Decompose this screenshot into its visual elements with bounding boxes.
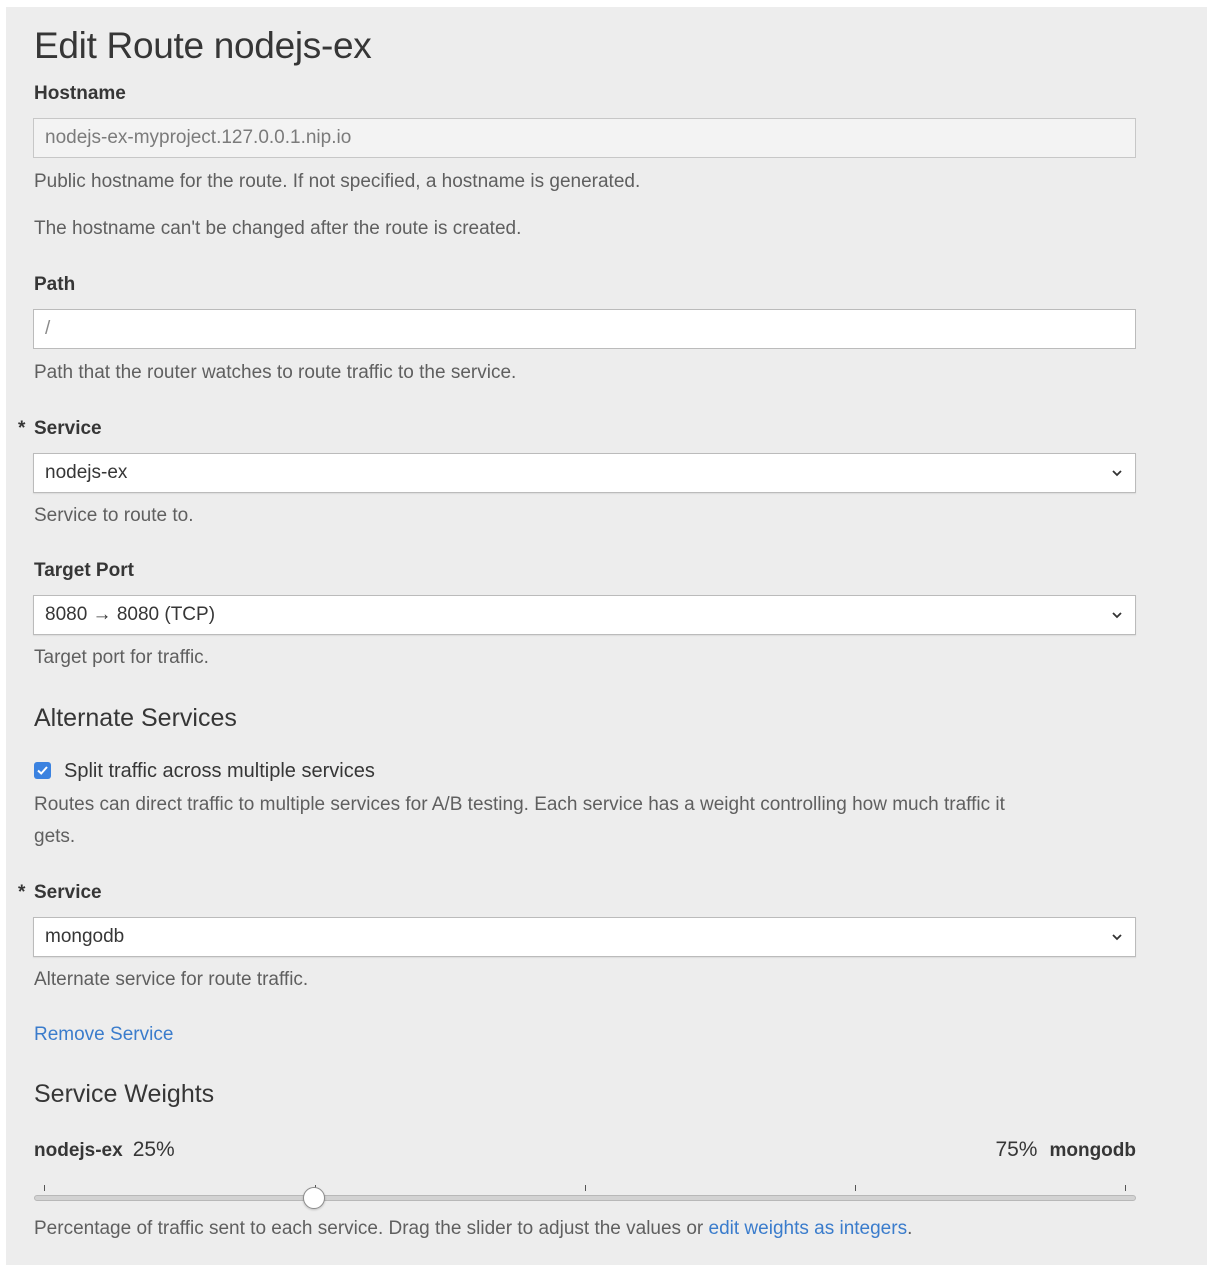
slider-tick: [1125, 1185, 1126, 1191]
service-label: Service: [34, 418, 102, 439]
path-value: /: [45, 318, 51, 339]
slider-tick: [585, 1185, 586, 1191]
slider-track[interactable]: [34, 1195, 1136, 1201]
remove-service-wrapper: Remove Service: [34, 1024, 173, 1046]
service-weights-heading: Service Weights: [34, 1080, 215, 1108]
weights-help-suffix: .: [907, 1218, 913, 1239]
edit-weights-link[interactable]: edit weights as integers: [709, 1218, 908, 1239]
hostname-field: nodejs-ex-myproject.127.0.0.1.nip.io: [33, 118, 1136, 158]
alternate-service-selected: mongodb: [45, 926, 125, 947]
hostname-immutable-note: The hostname can't be changed after the …: [34, 218, 522, 239]
split-traffic-label[interactable]: Split traffic across multiple services: [64, 760, 375, 783]
hostname-value: nodejs-ex-myproject.127.0.0.1.nip.io: [45, 127, 352, 148]
hostname-label: Hostname: [34, 83, 126, 104]
target-port-select[interactable]: 8080 → 8080 (TCP): [33, 595, 1136, 635]
alternate-service-label: Service: [34, 882, 102, 903]
alternate-help-line1: Routes can direct traffic to multiple se…: [34, 794, 1005, 815]
path-help: Path that the router watches to route tr…: [34, 362, 517, 383]
chevron-down-icon: [1112, 934, 1122, 941]
edit-route-panel: Edit Route nodejs-ex Hostname nodejs-ex-…: [6, 7, 1207, 1265]
alternate-service-help: Alternate service for route traffic.: [34, 969, 309, 990]
target-port-selected: 8080 → 8080 (TCP): [45, 604, 216, 625]
target-port-label: Target Port: [34, 560, 134, 581]
weight-right-service: mongodb: [1049, 1140, 1136, 1161]
required-marker: *: [18, 882, 26, 903]
alternate-service-select[interactable]: mongodb: [33, 917, 1136, 957]
weights-readout: nodejs-ex 25% 75% mongodb: [34, 1138, 1136, 1166]
path-input[interactable]: /: [33, 309, 1136, 349]
path-label: Path: [34, 274, 76, 295]
chevron-down-icon: [1112, 470, 1122, 477]
weight-slider[interactable]: [34, 1182, 1136, 1212]
weight-right-group: 75% mongodb: [995, 1138, 1136, 1162]
weight-right-percent: 75%: [995, 1138, 1038, 1161]
target-port-help: Target port for traffic.: [34, 647, 209, 668]
split-traffic-checkbox[interactable]: [34, 762, 51, 779]
required-marker: *: [18, 418, 26, 439]
service-select[interactable]: nodejs-ex: [33, 453, 1136, 493]
alternate-help-line2: gets.: [34, 826, 76, 847]
page-title: Edit Route nodejs-ex: [34, 25, 372, 66]
weights-help-text: Percentage of traffic sent to each servi…: [34, 1218, 709, 1239]
hostname-help: Public hostname for the route. If not sp…: [34, 171, 641, 192]
slider-tick: [44, 1185, 45, 1191]
service-help: Service to route to.: [34, 505, 194, 526]
weight-left-percent: 25%: [132, 1138, 175, 1161]
slider-handle[interactable]: [303, 1187, 326, 1209]
weights-help: Percentage of traffic sent to each servi…: [34, 1218, 912, 1240]
weight-left-service: nodejs-ex: [34, 1140, 123, 1161]
slider-tick: [855, 1185, 856, 1191]
remove-service-link[interactable]: Remove Service: [34, 1024, 173, 1045]
checkmark-icon: [37, 766, 48, 775]
chevron-down-icon: [1112, 612, 1122, 619]
alternate-services-heading: Alternate Services: [34, 704, 237, 732]
service-selected: nodejs-ex: [45, 462, 128, 483]
